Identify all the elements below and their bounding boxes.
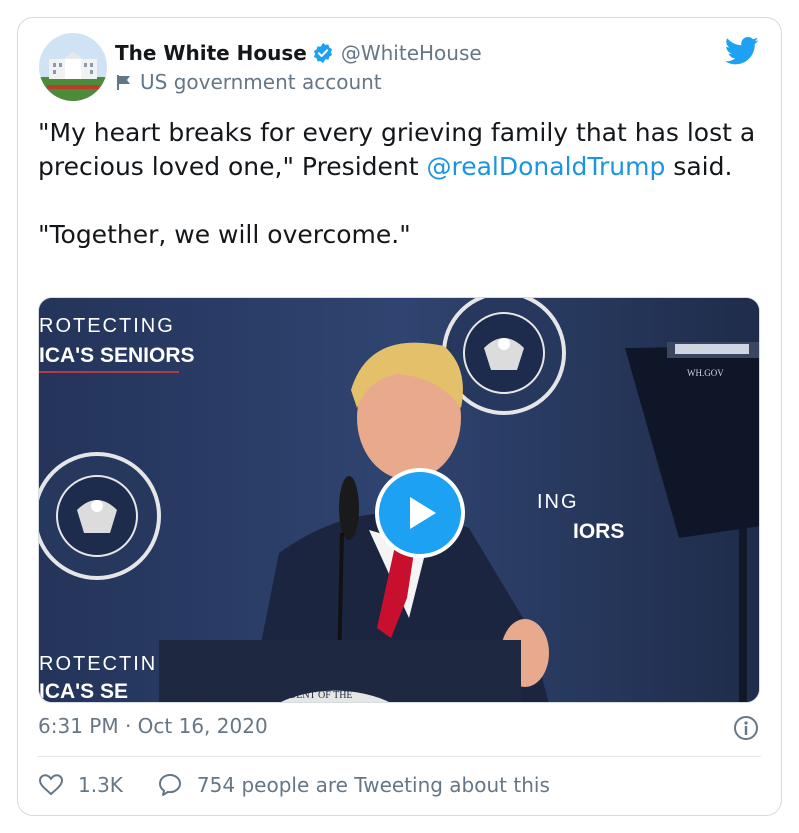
heart-icon bbox=[38, 774, 64, 796]
government-account-label: US government account bbox=[140, 70, 382, 94]
banner-text-top-1: ROTECTING bbox=[39, 315, 175, 337]
twitter-bird-icon[interactable] bbox=[724, 36, 759, 66]
reply-text: 754 people are Tweeting about this bbox=[196, 773, 550, 797]
comment-icon bbox=[158, 774, 181, 796]
play-button[interactable] bbox=[375, 468, 465, 558]
tweet-actions: 1.3K 754 people are Tweeting about this bbox=[38, 772, 550, 798]
mention-link[interactable]: @realDonaldTrump bbox=[427, 152, 666, 181]
podium-seal-text: DENT OF THE bbox=[289, 690, 353, 701]
flag-icon bbox=[115, 73, 133, 91]
video-player[interactable]: ROTECTING ICA'S SENIORS ING IORS ROTECTI… bbox=[38, 297, 760, 703]
banner-text-top-2: ICA'S SENIORS bbox=[39, 344, 195, 367]
divider bbox=[38, 756, 761, 757]
tweet-time: 6:31 PM bbox=[38, 714, 119, 738]
tweet-card[interactable]: The White House @WhiteHouse US governmen… bbox=[17, 17, 782, 816]
info-icon[interactable] bbox=[733, 715, 759, 741]
avatar[interactable] bbox=[39, 33, 107, 101]
tweet-paragraph-1: "My heart breaks for every grieving fami… bbox=[38, 118, 756, 181]
timestamp[interactable]: 6:31 PM · Oct 16, 2020 bbox=[38, 714, 268, 738]
tweet-paragraph-2: "Together, we will overcome." bbox=[38, 220, 411, 249]
banner-text-mid-1: ING bbox=[537, 491, 579, 513]
banner-text-bottom-2: ICA'S SE bbox=[39, 680, 128, 703]
like-button[interactable]: 1.3K bbox=[38, 772, 123, 798]
reply-button[interactable]: 754 people are Tweeting about this bbox=[157, 772, 550, 798]
tweet-date: Oct 16, 2020 bbox=[137, 714, 268, 738]
like-count: 1.3K bbox=[78, 773, 123, 797]
tweet-text: "My heart breaks for every grieving fami… bbox=[38, 116, 758, 252]
banner-text-mid-2: IORS bbox=[573, 520, 624, 543]
account-handle[interactable]: @WhiteHouse bbox=[341, 41, 482, 65]
podium: DENT OF THE bbox=[159, 640, 521, 702]
play-icon bbox=[410, 497, 436, 529]
banner-text-bottom-1: ROTECTIN bbox=[39, 653, 157, 675]
display-name[interactable]: The White House bbox=[115, 41, 307, 65]
teleprompter-text: WH.GOV bbox=[687, 368, 724, 378]
verified-badge-icon bbox=[312, 42, 334, 64]
timestamp-separator: · bbox=[118, 714, 138, 738]
presidential-seal-icon bbox=[39, 452, 161, 580]
